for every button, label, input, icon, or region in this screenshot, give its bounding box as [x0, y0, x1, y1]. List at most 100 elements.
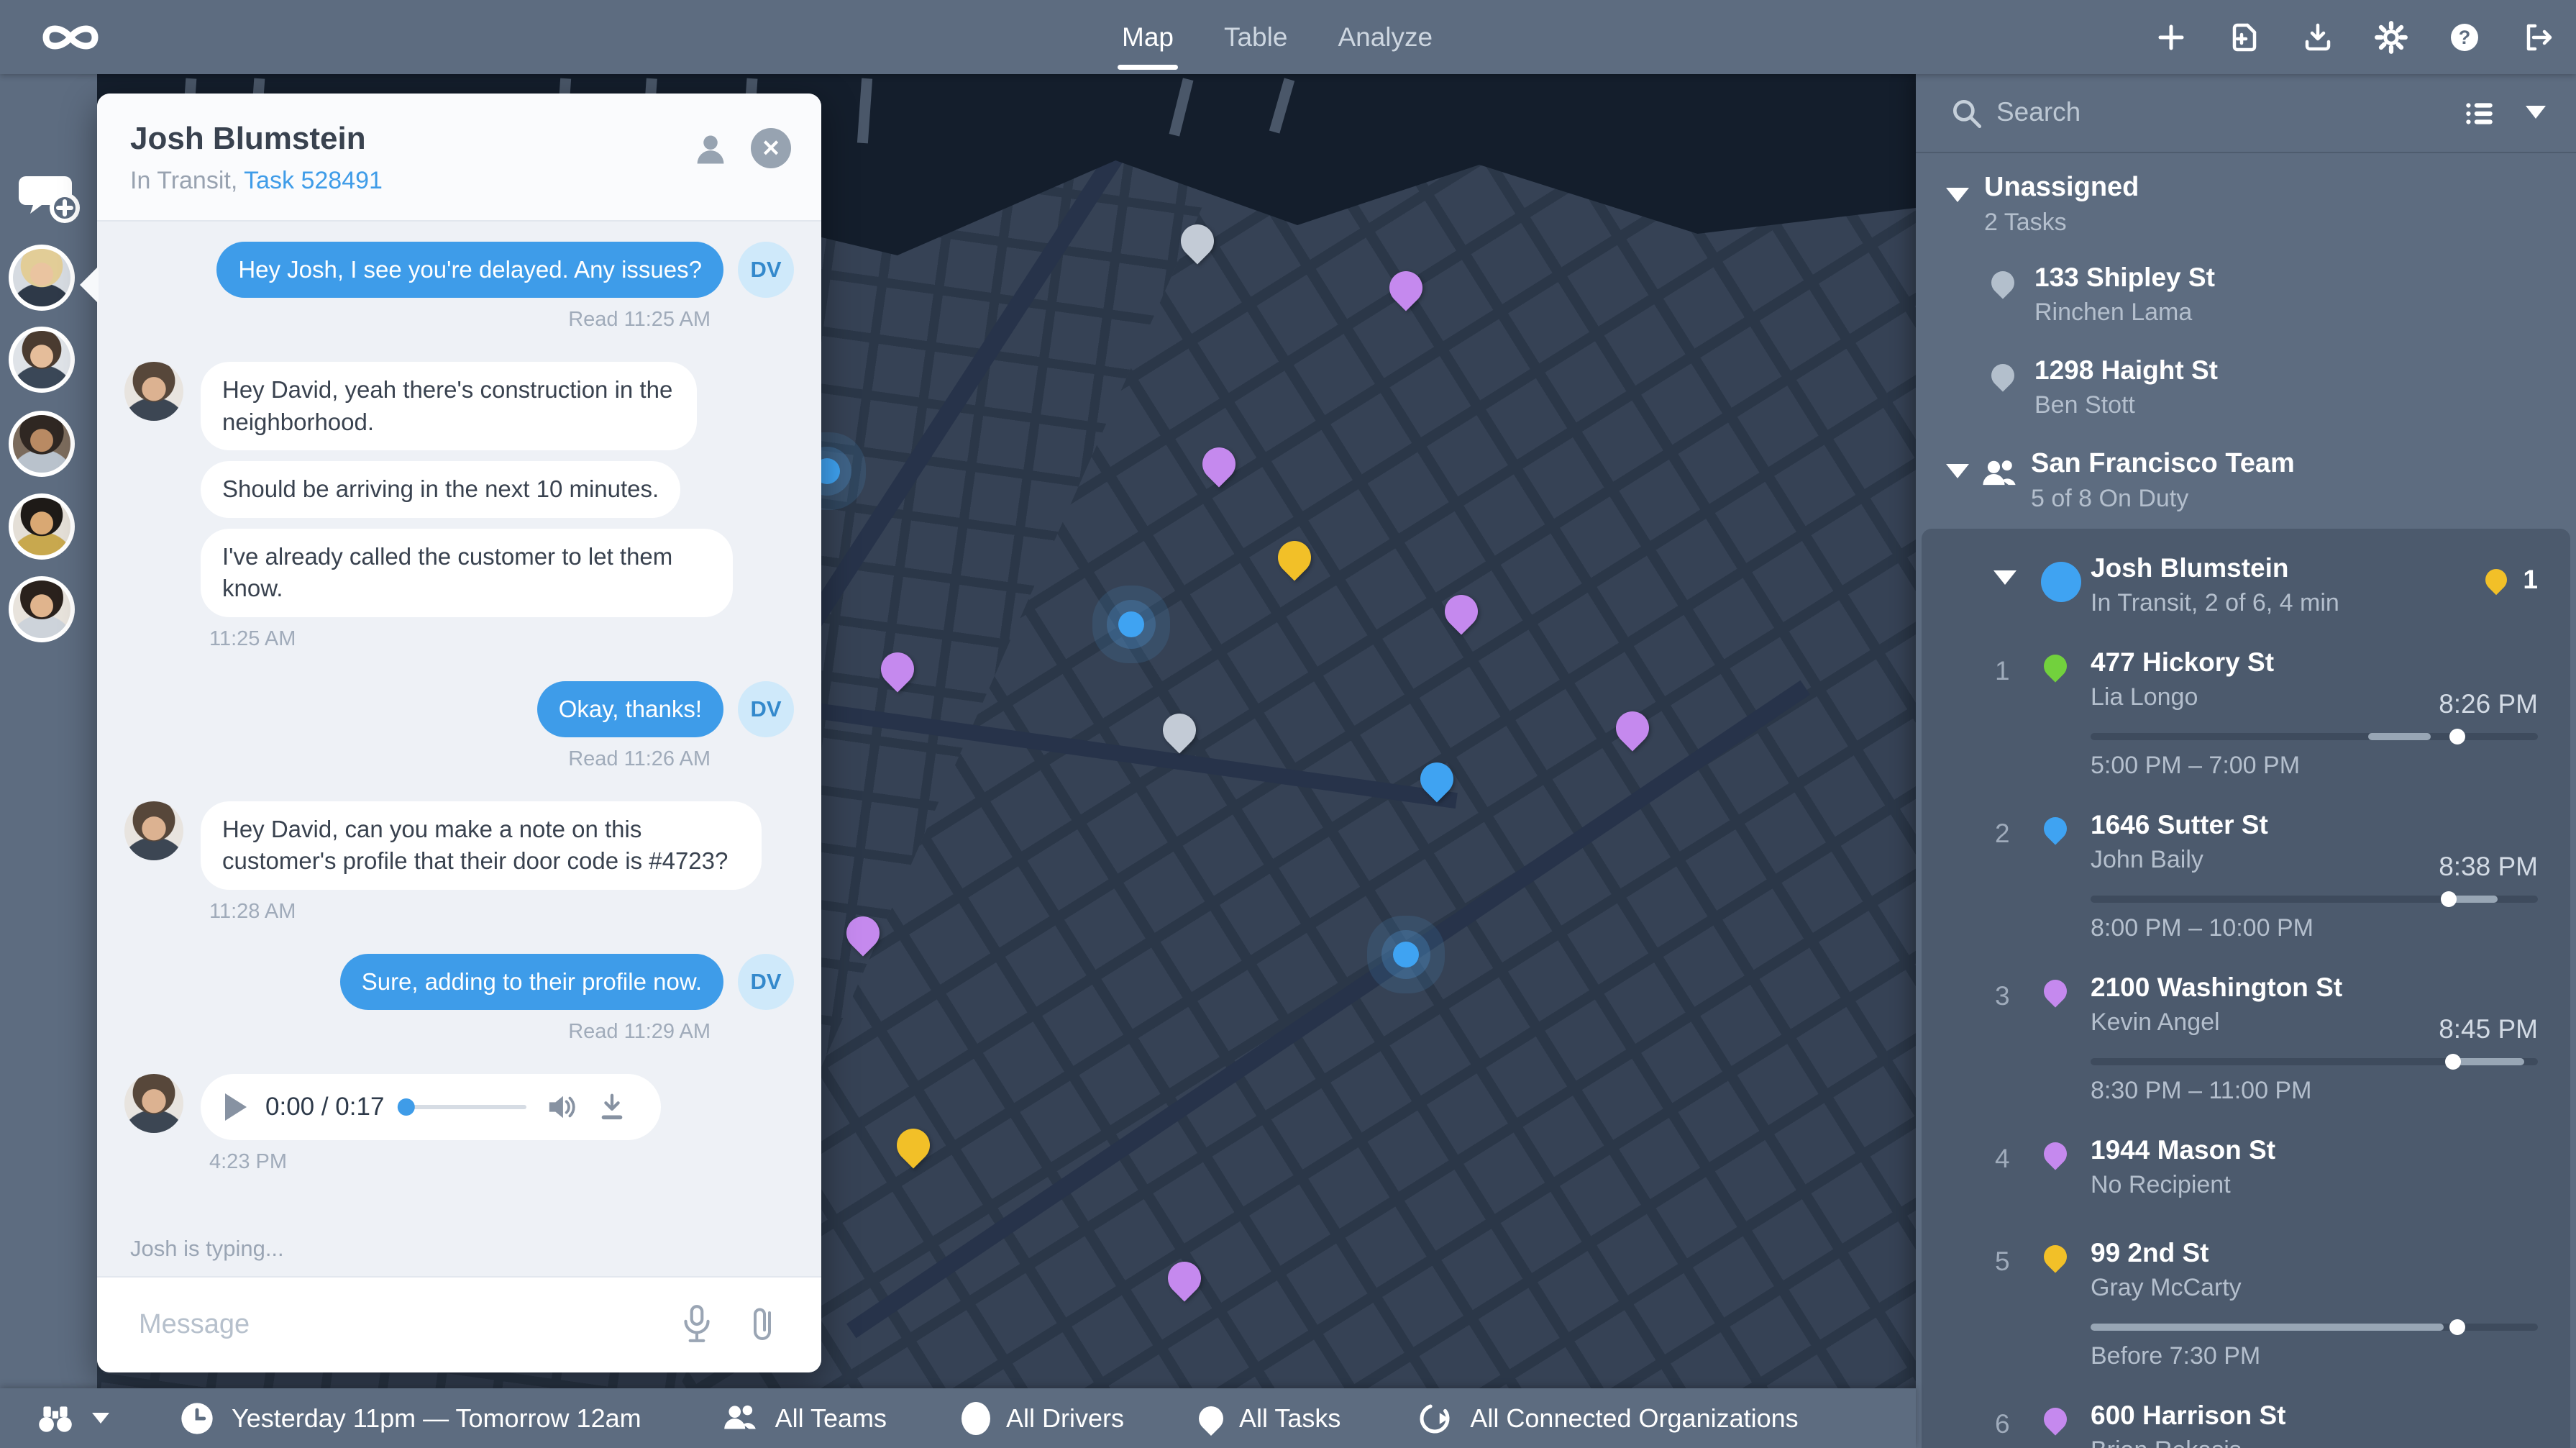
- map-pin[interactable]: [1202, 447, 1236, 481]
- message-incoming-audio: 0:00 / 0:17: [124, 1074, 794, 1140]
- time-range-filter[interactable]: Yesterday 11pm — Tomorrow 12am: [178, 1400, 641, 1437]
- driver-location-dot[interactable]: [1393, 942, 1419, 967]
- task-recipient: Gray McCarty: [2091, 1274, 2538, 1302]
- group-unassigned[interactable]: Unassigned 2 Tasks: [1916, 153, 2576, 244]
- task-number: 1: [1995, 656, 2010, 686]
- map-pin[interactable]: [1181, 224, 1214, 258]
- task-pin-icon: [1986, 359, 2019, 391]
- task-row[interactable]: 6 600 Harrison St Brian Rekasis: [1922, 1380, 2570, 1448]
- task-number: 5: [1995, 1247, 2010, 1277]
- task-row[interactable]: 4 1944 Mason St No Recipient: [1922, 1115, 2570, 1218]
- chevron-down-icon: [92, 1413, 109, 1424]
- tab-analyze[interactable]: Analyze: [1338, 0, 1433, 74]
- map-pin[interactable]: [1163, 714, 1196, 747]
- message-bubble: Sure, adding to their profile now.: [340, 954, 723, 1010]
- map-pin[interactable]: [1616, 711, 1649, 745]
- chat-avatar-josh[interactable]: [9, 327, 75, 393]
- chat-panel-arrow: [80, 266, 99, 304]
- driver-name: Josh Blumstein: [2091, 553, 2538, 583]
- task-number: 4: [1995, 1144, 2010, 1174]
- volume-icon[interactable]: [545, 1092, 578, 1122]
- help-icon[interactable]: ?: [2447, 19, 2483, 55]
- close-icon[interactable]: ✕: [751, 128, 791, 168]
- collapse-triangle-icon[interactable]: [1993, 570, 2017, 585]
- audio-seekbar[interactable]: [403, 1105, 526, 1109]
- filter-label: All Tasks: [1239, 1403, 1340, 1434]
- audio-seek-handle[interactable]: [398, 1098, 415, 1116]
- message-bubble: I've already called the customer to let …: [201, 529, 733, 617]
- chat-input-bar[interactable]: Message: [97, 1276, 821, 1372]
- task-row[interactable]: 5 99 2nd St Gray McCarty Before 7:30 PM: [1922, 1218, 2570, 1380]
- task-row[interactable]: 2 1646 Sutter St John Baily 8:38 PM 8:00…: [1922, 790, 2570, 952]
- chat-header: Josh Blumstein In Transit, Task 528491 ✕: [97, 94, 821, 222]
- tab-map[interactable]: Map: [1122, 0, 1174, 74]
- read-receipt: Read 11:29 AM: [124, 1020, 794, 1044]
- task-pin-icon: [2039, 812, 2071, 844]
- unassigned-task-row[interactable]: 1298 Haight St Ben Stott: [1916, 337, 2576, 429]
- collapse-triangle-icon[interactable]: [1946, 188, 1969, 202]
- driver-profile-icon[interactable]: [692, 131, 729, 172]
- map-pin[interactable]: [897, 1129, 930, 1162]
- message-incoming-group: Hey David, yeah there's construction in …: [124, 362, 794, 617]
- svg-text:?: ?: [2459, 27, 2471, 48]
- sender-avatar-dv: DV: [738, 954, 794, 1010]
- task-row[interactable]: 3 2100 Washington St Kevin Angel 8:45 PM…: [1922, 952, 2570, 1115]
- add-icon[interactable]: [2153, 19, 2189, 55]
- export-icon[interactable]: [2300, 19, 2336, 55]
- task-link[interactable]: Task 528491: [244, 167, 383, 194]
- all-teams-filter[interactable]: All Teams: [721, 1401, 887, 1436]
- task-pin-icon: [2039, 650, 2071, 682]
- new-chat-icon[interactable]: [16, 168, 85, 233]
- play-icon[interactable]: [225, 1093, 247, 1121]
- microphone-icon[interactable]: [679, 1303, 715, 1349]
- collapse-triangle-icon[interactable]: [1946, 464, 1969, 478]
- map-pin[interactable]: [1389, 271, 1422, 304]
- task-window: 5:00 PM – 7:00 PM: [2091, 752, 2538, 786]
- driver-location-dot[interactable]: [1118, 611, 1144, 637]
- download-icon[interactable]: [597, 1091, 627, 1123]
- task-recipient: No Recipient: [2091, 1171, 2538, 1199]
- chat-avatar-1[interactable]: [9, 245, 75, 311]
- attachment-icon[interactable]: [746, 1303, 778, 1349]
- map-pin[interactable]: [1420, 762, 1453, 796]
- chat-avatar-4[interactable]: [9, 493, 75, 560]
- all-drivers-filter[interactable]: All Drivers: [962, 1402, 1124, 1435]
- binoculars-icon: [35, 1401, 76, 1436]
- list-view-icon[interactable]: [2461, 96, 2497, 135]
- settings-gear-icon[interactable]: [2373, 19, 2409, 55]
- map-pin[interactable]: [881, 652, 914, 686]
- driver-status-dot: [2041, 562, 2081, 602]
- tab-table[interactable]: Table: [1224, 0, 1287, 74]
- map-pin[interactable]: [1278, 541, 1311, 574]
- message-time: 11:28 AM: [124, 900, 794, 924]
- chat-driver-status: In Transit, Task 528491: [130, 167, 383, 195]
- group-subtitle: 5 of 8 On Duty: [2031, 485, 2544, 513]
- task-timeline: [2091, 1058, 2538, 1065]
- task-address: 133 Shipley St: [2034, 263, 2544, 293]
- map-pin[interactable]: [1168, 1262, 1201, 1295]
- read-receipt: Read 11:26 AM: [124, 747, 794, 771]
- message-bubble: Hey Josh, I see you're delayed. Any issu…: [216, 242, 723, 298]
- all-connected-organizations-filter[interactable]: All Connected Organizations: [1415, 1399, 1798, 1438]
- task-pin-icon: [2039, 975, 2071, 1007]
- group-title: San Francisco Team: [2031, 448, 2544, 479]
- map-pin[interactable]: [846, 916, 880, 950]
- chat-avatar-3[interactable]: [9, 411, 75, 477]
- sidebar-search-row: Search: [1916, 74, 2576, 153]
- import-icon[interactable]: [2226, 19, 2262, 55]
- search-input[interactable]: Search: [1996, 97, 2081, 127]
- group-team[interactable]: San Francisco Team 5 of 8 On Duty: [1916, 429, 2576, 520]
- chat-messages[interactable]: Hey Josh, I see you're delayed. Any issu…: [97, 222, 821, 1276]
- chevron-down-icon[interactable]: [2526, 106, 2546, 119]
- typing-indicator: Josh is typing...: [130, 1236, 284, 1262]
- map-pin[interactable]: [1445, 595, 1478, 628]
- chat-avatar-5[interactable]: [9, 576, 75, 642]
- search-icon[interactable]: [1949, 96, 1985, 135]
- logout-icon[interactable]: [2520, 19, 2556, 55]
- task-row[interactable]: 1 477 Hickory St Lia Longo 8:26 PM 5:00 …: [1922, 627, 2570, 790]
- all-tasks-filter[interactable]: All Tasks: [1199, 1403, 1340, 1434]
- message-input[interactable]: Message: [139, 1309, 250, 1340]
- lookup-binoculars-button[interactable]: [35, 1401, 109, 1436]
- driver-row-josh[interactable]: Josh Blumstein In Transit, 2 of 6, 4 min…: [1922, 533, 2570, 627]
- unassigned-task-row[interactable]: 133 Shipley St Rinchen Lama: [1916, 244, 2576, 337]
